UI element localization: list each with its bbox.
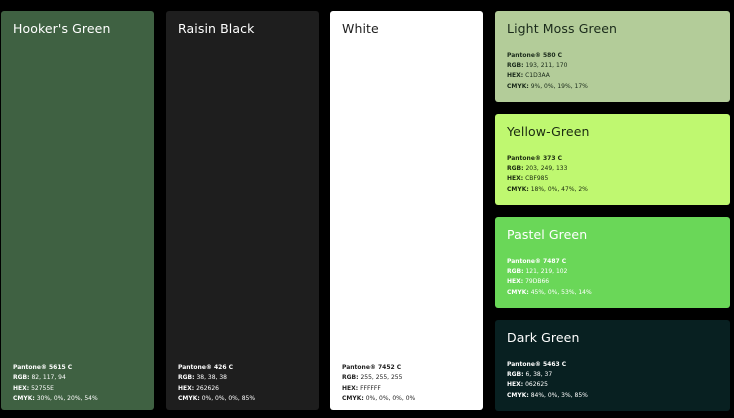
hex-label: HEX:	[507, 72, 524, 80]
color-specs: Pantone® 7487 C RGB: 121, 219, 102 HEX: …	[507, 257, 724, 298]
color-name: Hooker's Green	[13, 21, 111, 36]
color-specs: Pantone® 580 C RGB: 193, 211, 170 HEX: C…	[507, 51, 724, 92]
color-name: Light Moss Green	[507, 21, 618, 36]
cmyk-label: CMYK:	[507, 82, 529, 90]
hex-label: HEX:	[507, 278, 524, 286]
hex-value: 79DB66	[525, 278, 550, 286]
rgb-value: 193, 211, 170	[525, 62, 568, 70]
cmyk-label: CMYK:	[13, 394, 35, 402]
cmyk-value: 0%, 0%, 0%, 0%	[365, 394, 416, 402]
rgb-row: RGB: 255, 255, 255	[342, 373, 477, 383]
cmyk-label: CMYK:	[507, 288, 529, 296]
cmyk-label: CMYK:	[342, 394, 364, 402]
pantone-code: Pantone® 426 C	[178, 364, 233, 372]
color-card-yellow-green[interactable]: Yellow-Green Pantone® 373 C RGB: 203, 24…	[495, 114, 730, 205]
color-card-hookers-green[interactable]: Hooker's Green Pantone® 5615 C RGB: 82, …	[1, 11, 154, 410]
color-name: White	[342, 21, 379, 36]
hex-value: 262626	[196, 384, 219, 392]
cmyk-row: CMYK: 0%, 0%, 0%, 0%	[342, 394, 477, 404]
cmyk-value: 30%, 0%, 20%, 54%	[36, 394, 98, 402]
hex-value: 062625	[525, 381, 548, 389]
color-card-white[interactable]: White Pantone® 7452 C RGB: 255, 255, 255…	[330, 11, 483, 410]
color-specs: Pantone® 7452 C RGB: 255, 255, 255 HEX: …	[342, 363, 477, 404]
cmyk-value: 0%, 0%, 0%, 85%	[201, 394, 256, 402]
cmyk-row: CMYK: 84%, 0%, 3%, 85%	[507, 391, 724, 401]
rgb-row: RGB: 82, 117, 94	[13, 373, 148, 383]
rgb-value: 6, 38, 37	[525, 371, 553, 379]
rgb-label: RGB:	[507, 268, 524, 276]
pantone-code: Pantone® 7452 C	[342, 364, 402, 372]
hex-row: HEX: 062625	[507, 380, 724, 390]
hex-label: HEX:	[507, 381, 524, 389]
color-card-pastel-green[interactable]: Pastel Green Pantone® 7487 C RGB: 121, 2…	[495, 217, 730, 308]
color-name: Raisin Black	[178, 21, 255, 36]
color-card-light-moss-green[interactable]: Light Moss Green Pantone® 580 C RGB: 193…	[495, 11, 730, 102]
cmyk-label: CMYK:	[507, 391, 529, 399]
hex-row: HEX: 262626	[178, 384, 313, 394]
hex-label: HEX:	[342, 384, 359, 392]
color-specs: Pantone® 426 C RGB: 38, 38, 38 HEX: 2626…	[178, 363, 313, 404]
pantone-code: Pantone® 373 C	[507, 155, 562, 162]
cmyk-row: CMYK: 30%, 0%, 20%, 54%	[13, 394, 148, 404]
color-palette: Hooker's Green Pantone® 5615 C RGB: 82, …	[0, 0, 734, 418]
rgb-row: RGB: 203, 249, 133	[507, 164, 724, 174]
color-specs: Pantone® 5615 C RGB: 82, 117, 94 HEX: 52…	[13, 363, 148, 404]
rgb-value: 121, 219, 102	[525, 268, 568, 276]
hex-row: HEX: 79DB66	[507, 277, 724, 287]
hex-value: C1D3AA	[525, 72, 550, 80]
cmyk-label: CMYK:	[178, 394, 200, 402]
cmyk-row: CMYK: 0%, 0%, 0%, 85%	[178, 394, 313, 404]
color-specs: Pantone® 5463 C RGB: 6, 38, 37 HEX: 0626…	[507, 360, 724, 401]
pantone-code: Pantone® 7487 C	[507, 258, 567, 265]
rgb-label: RGB:	[507, 371, 524, 379]
hex-row: HEX: C1D3AA	[507, 71, 724, 81]
pantone-code: Pantone® 5463 C	[507, 361, 567, 368]
cmyk-value: 9%, 0%, 19%, 17%	[530, 82, 588, 90]
rgb-label: RGB:	[507, 62, 524, 70]
color-name: Dark Green	[507, 330, 580, 345]
color-card-raisin-black[interactable]: Raisin Black Pantone® 426 C RGB: 38, 38,…	[166, 11, 319, 410]
cmyk-value: 18%, 0%, 47%, 2%	[530, 185, 588, 193]
cmyk-label: CMYK:	[507, 185, 529, 193]
pantone-code: Pantone® 580 C	[507, 52, 562, 59]
hex-value: FFFFFF	[360, 384, 381, 392]
hex-value: CBF985	[525, 175, 549, 183]
rgb-label: RGB:	[178, 374, 195, 382]
color-name: Pastel Green	[507, 227, 588, 242]
cmyk-value: 45%, 0%, 53%, 14%	[530, 288, 592, 296]
rgb-label: RGB:	[507, 165, 524, 173]
rgb-row: RGB: 6, 38, 37	[507, 370, 724, 380]
hex-label: HEX:	[178, 384, 195, 392]
rgb-row: RGB: 121, 219, 102	[507, 267, 724, 277]
hex-label: HEX:	[507, 175, 524, 183]
rgb-value: 255, 255, 255	[360, 374, 403, 382]
rgb-value: 38, 38, 38	[196, 374, 227, 382]
cmyk-row: CMYK: 9%, 0%, 19%, 17%	[507, 82, 724, 92]
hex-label: HEX:	[13, 384, 30, 392]
rgb-value: 82, 117, 94	[31, 374, 66, 382]
hex-row: HEX: CBF985	[507, 174, 724, 184]
color-specs: Pantone® 373 C RGB: 203, 249, 133 HEX: C…	[507, 154, 724, 195]
rgb-label: RGB:	[13, 374, 30, 382]
color-name: Yellow-Green	[507, 124, 590, 139]
hex-value: 52755E	[31, 384, 54, 392]
rgb-row: RGB: 38, 38, 38	[178, 373, 313, 383]
color-card-dark-green[interactable]: Dark Green Pantone® 5463 C RGB: 6, 38, 3…	[495, 320, 730, 411]
hex-row: HEX: 52755E	[13, 384, 148, 394]
cmyk-value: 84%, 0%, 3%, 85%	[530, 391, 588, 399]
hex-row: HEX: FFFFFF	[342, 384, 477, 394]
rgb-row: RGB: 193, 211, 170	[507, 61, 724, 71]
rgb-value: 203, 249, 133	[525, 165, 568, 173]
cmyk-row: CMYK: 18%, 0%, 47%, 2%	[507, 185, 724, 195]
pantone-code: Pantone® 5615 C	[13, 364, 73, 372]
rgb-label: RGB:	[342, 374, 359, 382]
cmyk-row: CMYK: 45%, 0%, 53%, 14%	[507, 288, 724, 298]
